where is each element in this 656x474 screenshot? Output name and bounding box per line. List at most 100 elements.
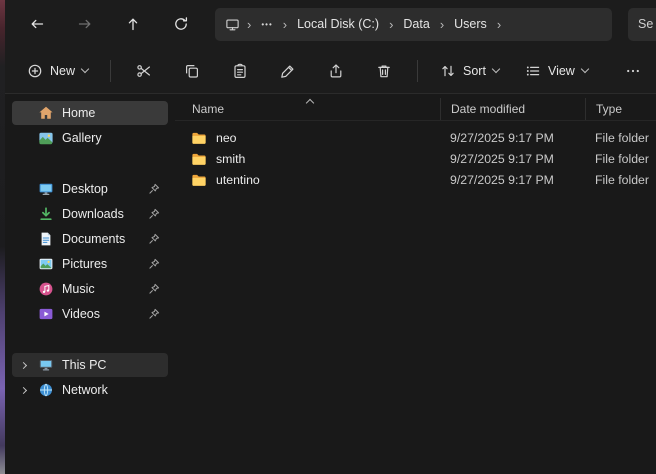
- file-date-cell: 9/27/2025 9:17 PM: [440, 131, 585, 145]
- up-button[interactable]: [113, 7, 153, 41]
- breadcrumb-chevron-icon: ›: [388, 18, 394, 31]
- file-name-cell: neo: [175, 130, 440, 146]
- column-header-type[interactable]: Type: [585, 98, 656, 120]
- screen: › ••• › Local Disk (C:) › Data › Users ›…: [0, 0, 656, 474]
- file-date-cell: 9/27/2025 9:17 PM: [440, 152, 585, 166]
- file-type-cell: File folder: [585, 131, 656, 145]
- sidebar-section-gap: [5, 151, 175, 176]
- file-name: smith: [216, 152, 245, 166]
- navigation-pane: Home Gallery Desktop: [5, 94, 175, 474]
- search-input[interactable]: [638, 17, 656, 31]
- breadcrumb-users[interactable]: Users: [451, 15, 490, 33]
- column-header-date-modified[interactable]: Date modified: [440, 98, 585, 120]
- sidebar-item-gallery[interactable]: Gallery: [12, 126, 168, 150]
- sidebar-item-label: Downloads: [62, 207, 124, 221]
- paste-button[interactable]: [219, 54, 261, 88]
- file-name: neo: [216, 131, 237, 145]
- chevron-down-icon: [581, 65, 589, 73]
- computer-icon: [225, 17, 240, 32]
- forward-arrow-icon: [77, 16, 93, 32]
- refresh-button[interactable]: [161, 7, 201, 41]
- file-row-smith[interactable]: smith 9/27/2025 9:17 PM File folder: [175, 148, 656, 169]
- sidebar-item-label: This PC: [62, 358, 106, 372]
- sidebar-item-label: Documents: [62, 232, 125, 246]
- documents-icon: [38, 231, 54, 247]
- breadcrumb-chevron-icon: ›: [439, 18, 445, 31]
- sidebar-item-music[interactable]: Music: [12, 277, 168, 301]
- file-name: utentino: [216, 173, 260, 187]
- pin-icon: [148, 283, 160, 295]
- copy-button[interactable]: [171, 54, 213, 88]
- sidebar-item-label: Home: [62, 106, 95, 120]
- new-plus-icon: [27, 63, 43, 79]
- sidebar-item-home[interactable]: Home: [12, 101, 168, 125]
- downloads-icon: [38, 206, 54, 222]
- breadcrumb-chevron-icon: ›: [496, 18, 502, 31]
- up-arrow-icon: [125, 16, 141, 32]
- sort-label: Sort: [463, 64, 486, 78]
- back-button[interactable]: [17, 7, 57, 41]
- network-icon: [38, 382, 54, 398]
- view-button[interactable]: View: [515, 54, 598, 88]
- cut-button[interactable]: [123, 54, 165, 88]
- more-options-button[interactable]: [612, 54, 654, 88]
- ellipsis-icon: [625, 63, 641, 79]
- new-button[interactable]: New: [17, 54, 98, 88]
- delete-button[interactable]: [363, 54, 405, 88]
- sort-button[interactable]: Sort: [430, 54, 509, 88]
- copy-icon: [184, 63, 200, 79]
- file-row-utentino[interactable]: utentino 9/27/2025 9:17 PM File folder: [175, 169, 656, 190]
- pin-icon: [148, 183, 160, 195]
- music-icon: [38, 281, 54, 297]
- sidebar-item-label: Music: [62, 282, 95, 296]
- sidebar-item-network[interactable]: Network: [12, 378, 168, 402]
- sidebar-section-gap: [5, 327, 175, 352]
- content-area: Home Gallery Desktop: [5, 94, 656, 474]
- file-rows: neo 9/27/2025 9:17 PM File folder smith …: [175, 121, 656, 190]
- expand-chevron-icon[interactable]: [17, 363, 30, 368]
- command-bar: New: [5, 48, 656, 94]
- view-label: View: [548, 64, 575, 78]
- file-name-cell: smith: [175, 151, 440, 167]
- folder-icon: [191, 151, 207, 167]
- file-date-cell: 9/27/2025 9:17 PM: [440, 173, 585, 187]
- toolbar-separator: [417, 60, 418, 82]
- sidebar-item-pictures[interactable]: Pictures: [12, 252, 168, 276]
- expand-chevron-icon[interactable]: [17, 388, 30, 393]
- breadcrumb-overflow[interactable]: •••: [258, 18, 275, 31]
- sidebar-item-downloads[interactable]: Downloads: [12, 202, 168, 226]
- this-pc-icon: [38, 357, 54, 373]
- chevron-down-icon: [81, 65, 89, 73]
- rename-icon: [280, 63, 296, 79]
- folder-icon: [191, 130, 207, 146]
- column-label: Type: [596, 102, 622, 116]
- paste-icon: [232, 63, 248, 79]
- sidebar-item-label: Network: [62, 383, 108, 397]
- column-headers: Name Date modified Type: [175, 98, 656, 121]
- address-bar[interactable]: › ••• › Local Disk (C:) › Data › Users ›: [215, 8, 612, 41]
- view-list-icon: [525, 63, 541, 79]
- breadcrumb-chevron-icon: ›: [246, 18, 252, 31]
- sidebar-item-videos[interactable]: Videos: [12, 302, 168, 326]
- breadcrumb-data[interactable]: Data: [400, 15, 432, 33]
- file-name-cell: utentino: [175, 172, 440, 188]
- search-box[interactable]: [628, 8, 656, 41]
- column-label: Date modified: [451, 102, 525, 116]
- share-button[interactable]: [315, 54, 357, 88]
- sort-arrows-icon: [440, 63, 456, 79]
- sidebar-item-label: Desktop: [62, 182, 108, 196]
- breadcrumb-local-disk-c[interactable]: Local Disk (C:): [294, 15, 382, 33]
- rename-button[interactable]: [267, 54, 309, 88]
- navigation-bar: › ••• › Local Disk (C:) › Data › Users ›: [5, 0, 656, 48]
- forward-button[interactable]: [65, 7, 105, 41]
- file-row-neo[interactable]: neo 9/27/2025 9:17 PM File folder: [175, 127, 656, 148]
- back-arrow-icon: [29, 16, 45, 32]
- pin-icon: [148, 233, 160, 245]
- sidebar-item-documents[interactable]: Documents: [12, 227, 168, 251]
- sidebar-item-this-pc[interactable]: This PC: [12, 353, 168, 377]
- chevron-down-icon: [492, 65, 500, 73]
- refresh-icon: [173, 16, 189, 32]
- cut-icon: [136, 63, 152, 79]
- sidebar-item-desktop[interactable]: Desktop: [12, 177, 168, 201]
- gallery-icon: [38, 130, 54, 146]
